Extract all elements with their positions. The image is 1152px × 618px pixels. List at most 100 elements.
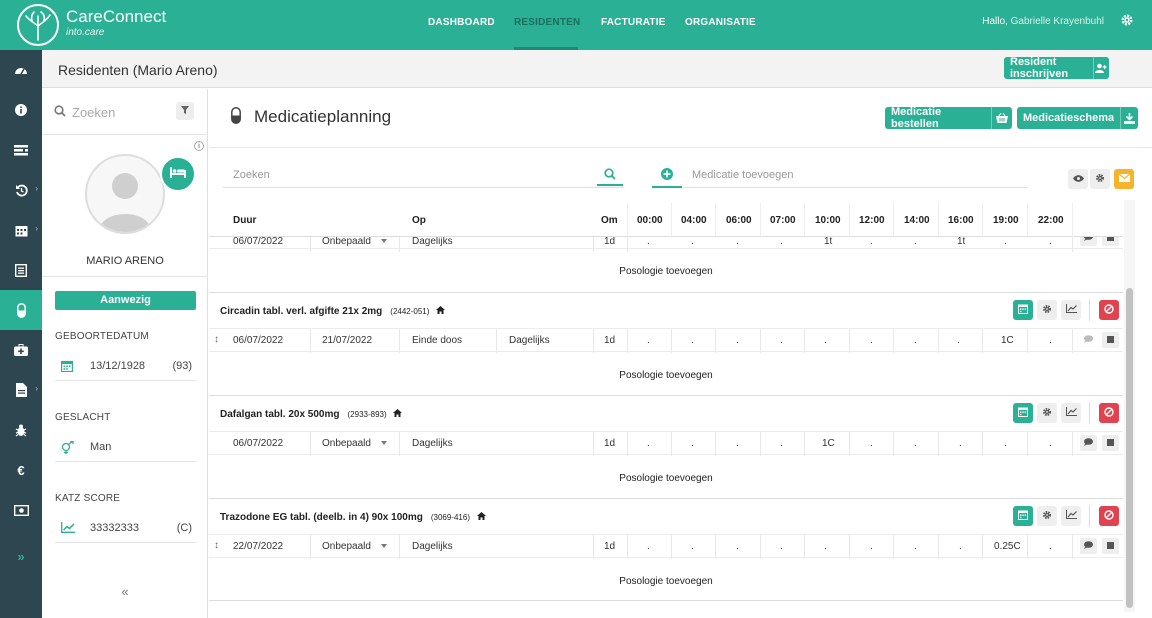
dose-cell[interactable]: . bbox=[736, 541, 739, 552]
dose-cell[interactable]: . bbox=[647, 541, 650, 552]
dose-cell[interactable]: 1t bbox=[824, 237, 832, 247]
sidebar-info[interactable] bbox=[0, 90, 42, 130]
dose-cell[interactable]: . bbox=[959, 541, 962, 552]
stop-button[interactable] bbox=[1102, 332, 1119, 348]
medication-search-input[interactable] bbox=[233, 166, 573, 184]
sidebar-history[interactable]: › bbox=[0, 170, 42, 210]
dose-cell[interactable]: . bbox=[691, 335, 694, 346]
dose-cell[interactable]: . bbox=[870, 541, 873, 552]
dose-cell[interactable]: . bbox=[914, 237, 917, 247]
dose-cell[interactable]: . bbox=[780, 541, 783, 552]
settings-button[interactable] bbox=[1090, 169, 1110, 189]
dose-cell[interactable]: . bbox=[870, 237, 873, 247]
dose-cell[interactable]: . bbox=[1049, 335, 1052, 346]
careconnect-logo-icon[interactable] bbox=[17, 4, 59, 46]
dose-cell[interactable]: . bbox=[824, 541, 827, 552]
delete-button[interactable] bbox=[1099, 403, 1119, 423]
sidebar-checklist[interactable] bbox=[0, 250, 42, 290]
dose-cell[interactable]: . bbox=[647, 438, 650, 449]
dose-cell[interactable]: . bbox=[736, 237, 739, 247]
dose-cell[interactable]: . bbox=[957, 335, 960, 346]
sidebar-medkit[interactable] bbox=[0, 330, 42, 370]
dose-cell[interactable]: . bbox=[1049, 237, 1052, 247]
dose-cell[interactable]: . bbox=[736, 335, 739, 346]
delete-button[interactable] bbox=[1099, 506, 1119, 526]
dose-cell[interactable]: 1C bbox=[822, 438, 835, 449]
expand-sidebar-button[interactable]: » bbox=[0, 541, 42, 571]
dose-cell[interactable]: 1t bbox=[957, 237, 965, 247]
table-row[interactable]: ↕ 22/07/2022 Onbepaald Dagelijks 1d . . … bbox=[209, 534, 1123, 559]
info-icon[interactable]: i bbox=[194, 141, 204, 151]
nav-residenten[interactable]: RESIDENTEN bbox=[514, 17, 580, 28]
stop-button[interactable] bbox=[1102, 435, 1119, 451]
nav-facturatie[interactable]: FACTURATIE bbox=[601, 17, 666, 28]
dose-cell[interactable]: . bbox=[914, 541, 917, 552]
status-badge[interactable]: Aanwezig bbox=[55, 291, 196, 310]
table-row[interactable]: 06/07/2022 Onbepaald Dagelijks 1d . . . … bbox=[209, 431, 1123, 456]
dose-cell[interactable]: . bbox=[691, 237, 694, 247]
chart-button[interactable] bbox=[1061, 506, 1081, 526]
settings-button[interactable] bbox=[1037, 403, 1057, 423]
enroll-resident-button[interactable]: Resident inschrijven bbox=[1004, 56, 1109, 80]
dose-cell[interactable]: . bbox=[914, 438, 917, 449]
add-posology-link[interactable]: Posologie toevoegen bbox=[209, 473, 1123, 484]
end-select[interactable]: Onbepaald bbox=[322, 237, 371, 247]
settings-button[interactable] bbox=[1037, 506, 1057, 526]
dose-cell[interactable]: . bbox=[870, 438, 873, 449]
dose-cell[interactable]: . bbox=[780, 335, 783, 346]
order-medication-button[interactable]: Medicatie bestellen bbox=[885, 106, 1012, 130]
drag-handle-icon[interactable]: ↕ bbox=[214, 540, 219, 551]
dose-cell[interactable]: . bbox=[824, 335, 827, 346]
nav-dashboard[interactable]: DASHBOARD bbox=[428, 17, 495, 28]
add-medication-button[interactable] bbox=[652, 164, 682, 188]
settings-button[interactable] bbox=[1037, 300, 1057, 320]
comment-button[interactable] bbox=[1080, 435, 1097, 451]
sidebar-finance[interactable]: € bbox=[0, 450, 42, 490]
dose-cell[interactable]: . bbox=[691, 438, 694, 449]
calendar-button[interactable] bbox=[1013, 506, 1033, 526]
view-button[interactable] bbox=[1068, 169, 1088, 189]
dose-cell[interactable]: 1C bbox=[1001, 335, 1014, 346]
medication-schema-button[interactable]: Medicatieschema bbox=[1017, 107, 1138, 129]
drag-handle-icon[interactable]: ↕ bbox=[214, 334, 219, 345]
comment-button[interactable] bbox=[1080, 237, 1097, 246]
table-row[interactable]: 06/07/2022 Onbepaald Dagelijks 1d . . . … bbox=[209, 237, 1123, 252]
search-button[interactable] bbox=[597, 166, 623, 186]
stop-button[interactable] bbox=[1102, 237, 1119, 246]
sidebar-documents[interactable]: › bbox=[0, 370, 42, 410]
dose-cell[interactable]: . bbox=[736, 438, 739, 449]
dose-cell[interactable]: . bbox=[1004, 438, 1007, 449]
mail-button[interactable] bbox=[1114, 169, 1134, 189]
resident-search-input[interactable] bbox=[72, 102, 162, 122]
comment-button[interactable] bbox=[1080, 538, 1097, 554]
dose-cell[interactable]: . bbox=[1049, 541, 1052, 552]
add-posology-link[interactable]: Posologie toevoegen bbox=[209, 370, 1123, 381]
chart-button[interactable] bbox=[1061, 403, 1081, 423]
add-posology-link[interactable]: Posologie toevoegen bbox=[209, 266, 1123, 277]
end-select[interactable]: Onbepaald bbox=[322, 541, 371, 552]
dose-cell[interactable]: . bbox=[691, 541, 694, 552]
sidebar-payments[interactable] bbox=[0, 490, 42, 530]
dose-cell[interactable]: . bbox=[780, 438, 783, 449]
calendar-button[interactable] bbox=[1013, 403, 1033, 423]
calendar-button[interactable] bbox=[1013, 300, 1033, 320]
comment-button[interactable] bbox=[1080, 332, 1097, 348]
dose-cell[interactable]: 0.25C bbox=[994, 541, 1021, 552]
add-posology-link[interactable]: Posologie toevoegen bbox=[209, 576, 1123, 587]
table-row[interactable]: ↕ 06/07/2022 21/07/2022 Einde doos Dagel… bbox=[209, 328, 1123, 353]
sidebar-bugs[interactable] bbox=[0, 410, 42, 450]
sidebar-dashboard[interactable] bbox=[0, 50, 42, 90]
dose-cell[interactable]: . bbox=[1004, 237, 1007, 247]
sidebar-calendar[interactable]: › bbox=[0, 210, 42, 250]
dose-cell[interactable]: . bbox=[1049, 438, 1052, 449]
sidebar-medication[interactable] bbox=[0, 290, 42, 330]
user-greeting[interactable]: Hallo, Gabrielle Krayenbuhl bbox=[982, 16, 1104, 27]
delete-button[interactable] bbox=[1099, 300, 1119, 320]
add-medication-input[interactable] bbox=[692, 166, 1022, 184]
dose-cell[interactable]: . bbox=[647, 237, 650, 247]
settings-gear-icon[interactable] bbox=[1120, 13, 1134, 27]
scrollbar-thumb[interactable] bbox=[1126, 288, 1133, 608]
end-select[interactable]: Onbepaald bbox=[322, 438, 371, 449]
bed-status-badge[interactable] bbox=[160, 156, 196, 192]
dose-cell[interactable]: . bbox=[780, 237, 783, 247]
